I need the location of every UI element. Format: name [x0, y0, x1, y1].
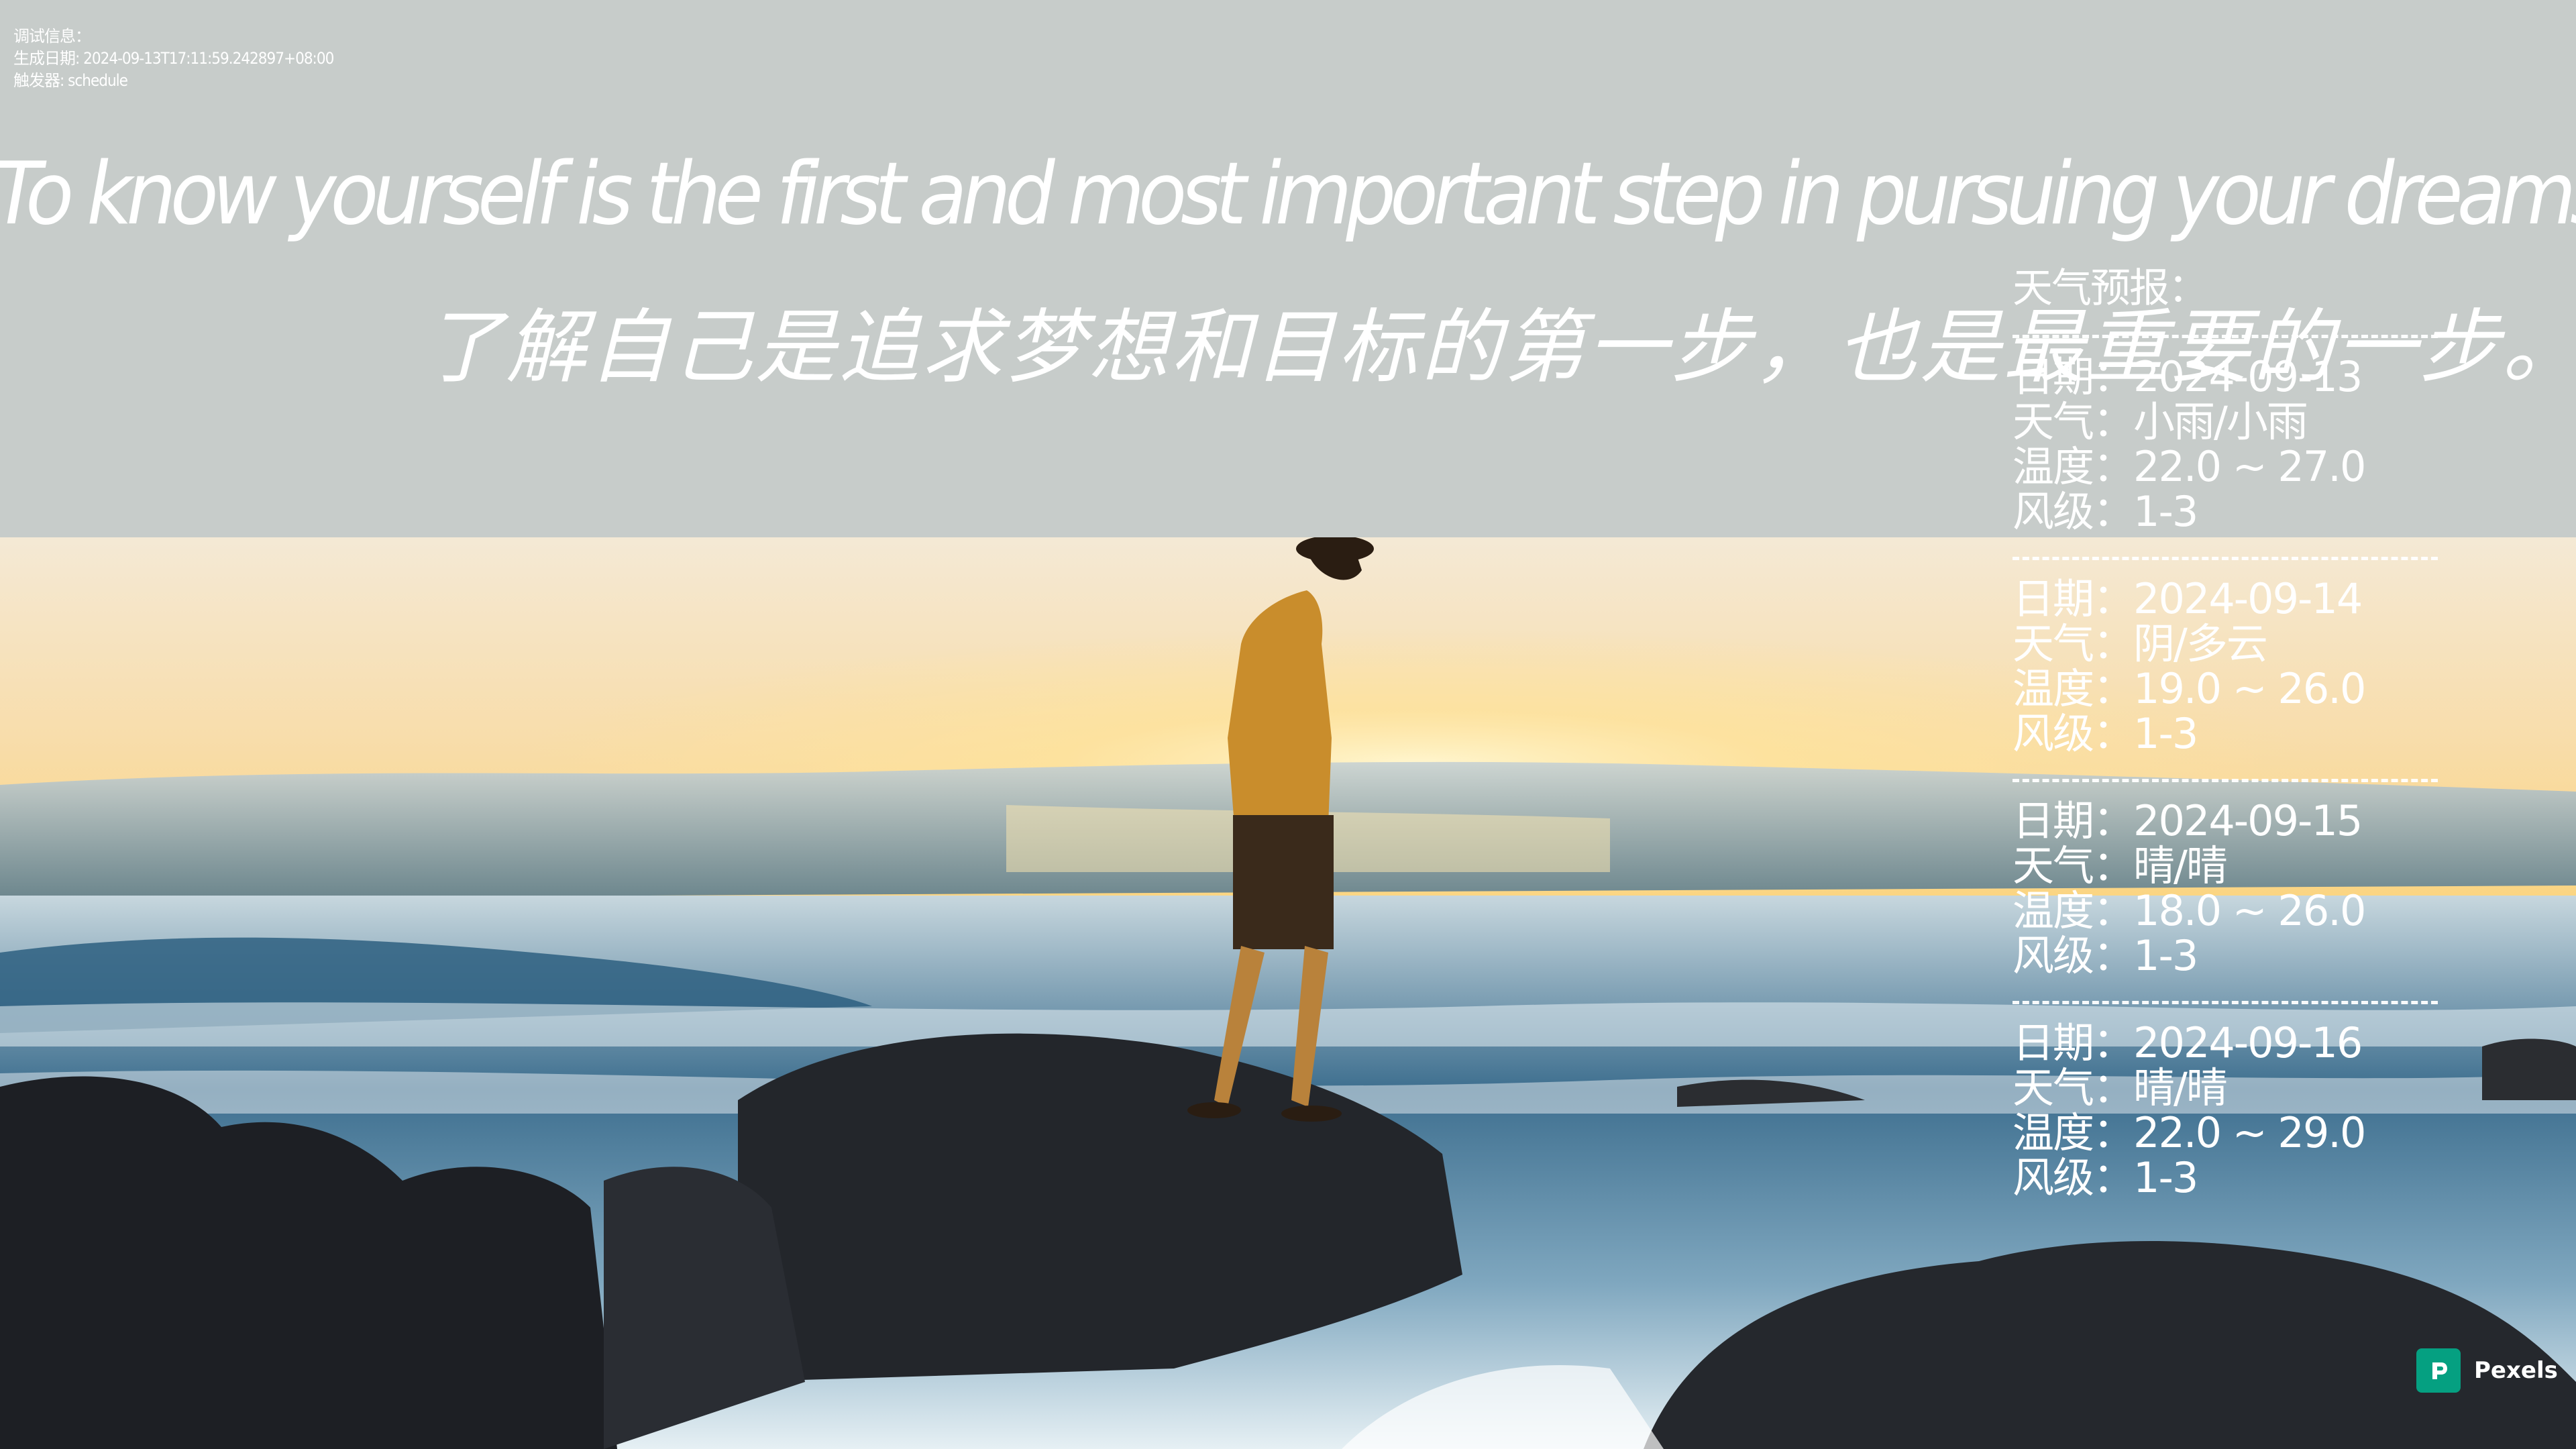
- debug-title: 调试信息：: [13, 27, 91, 46]
- weather-wind: 风级：1-3: [2012, 487, 2198, 536]
- weather-temperature: 温度：18.0 ~ 26.0: [2012, 886, 2366, 935]
- weather-day: 日期：2024-09-15 天气：晴/晴 温度：18.0 ~ 26.0 风级：1…: [2012, 798, 2442, 978]
- weather-condition: 天气：晴/晴: [2012, 1063, 2228, 1112]
- weather-temperature: 温度：19.0 ~ 26.0: [2012, 664, 2366, 713]
- weather-date: 日期：2024-09-13: [2012, 352, 2363, 401]
- weather-day: 日期：2024-09-16 天气：晴/晴 温度：22.0 ~ 29.0 风级：1…: [2012, 1020, 2442, 1200]
- weather-condition: 天气：小雨/小雨: [2012, 397, 2308, 446]
- pexels-logo-icon: [2416, 1348, 2461, 1393]
- debug-info: 调试信息： 生成日期: 2024-09-13T17:11:59.242897+0…: [13, 25, 334, 92]
- weather-wind: 风级：1-3: [2012, 709, 2198, 758]
- desktop-wallpaper: 调试信息： 生成日期: 2024-09-13T17:11:59.242897+0…: [0, 0, 2576, 1449]
- weather-divider: [2012, 779, 2438, 784]
- pexels-credit[interactable]: Pexels: [2416, 1348, 2558, 1393]
- weather-title: 天气预报：: [2012, 265, 2208, 312]
- weather-divider: [2012, 557, 2438, 561]
- weather-date: 日期：2024-09-14: [2012, 574, 2363, 623]
- weather-date: 日期：2024-09-15: [2012, 796, 2363, 845]
- weather-condition: 天气：阴/多云: [2012, 619, 2268, 668]
- weather-divider: [2012, 335, 2438, 339]
- pexels-brand-label: Pexels: [2474, 1357, 2558, 1384]
- weather-forecast: 天气预报： 日期：2024-09-13 天气：小雨/小雨 温度：22.0 ~ 2…: [2012, 265, 2442, 1200]
- weather-day: 日期：2024-09-14 天气：阴/多云 温度：19.0 ~ 26.0 风级：…: [2012, 576, 2442, 756]
- weather-temperature: 温度：22.0 ~ 27.0: [2012, 442, 2366, 491]
- debug-trigger: 触发器: schedule: [13, 71, 128, 90]
- weather-wind: 风级：1-3: [2012, 1153, 2198, 1202]
- weather-divider: [2012, 1001, 2438, 1006]
- weather-temperature: 温度：22.0 ~ 29.0: [2012, 1108, 2366, 1157]
- quote-english: To know yourself is the first and most i…: [0, 144, 2576, 244]
- weather-wind: 风级：1-3: [2012, 931, 2198, 980]
- weather-condition: 天气：晴/晴: [2012, 841, 2228, 890]
- weather-date: 日期：2024-09-16: [2012, 1018, 2363, 1067]
- weather-day: 日期：2024-09-13 天气：小雨/小雨 温度：22.0 ~ 27.0 风级…: [2012, 354, 2442, 534]
- debug-generated-date: 生成日期: 2024-09-13T17:11:59.242897+08:00: [13, 49, 334, 68]
